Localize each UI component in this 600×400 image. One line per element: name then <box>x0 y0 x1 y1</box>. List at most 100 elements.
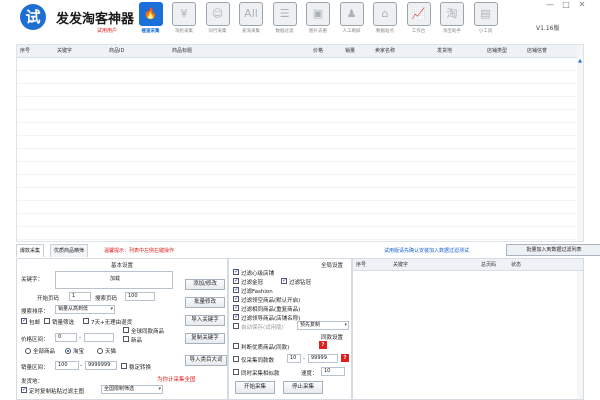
table-row[interactable] <box>17 123 583 136</box>
table-row[interactable] <box>17 97 583 110</box>
column-header-index[interactable]: 序号 <box>20 45 30 58</box>
location-select[interactable]: 全国限制筛选 <box>101 385 163 394</box>
grid-scrollbar[interactable] <box>577 45 583 241</box>
table-row[interactable] <box>17 188 583 201</box>
column-header-shop-rating[interactable]: 店铺信誉 <box>527 45 547 58</box>
range-dash: - <box>303 356 305 362</box>
toolbar-button-0[interactable]: 🔥 極速采集 <box>134 0 167 38</box>
minimize-icon[interactable]: — <box>542 0 558 9</box>
filter-brand-checkbox[interactable] <box>281 277 287 284</box>
filter-mobile-checkbox[interactable] <box>233 268 239 275</box>
price-max-input[interactable] <box>84 333 114 342</box>
sync-collect-checkbox[interactable] <box>233 369 239 375</box>
column-header-price[interactable]: 价格 <box>313 45 323 58</box>
toolbar-button-5[interactable]: ▣ 图片去重 <box>302 0 335 38</box>
column-header-shop-type[interactable]: 店铺类型 <box>487 45 507 58</box>
close-icon[interactable]: ✕ <box>574 0 590 9</box>
sort-select[interactable]: 销量从高到低 <box>55 305 115 314</box>
table-row[interactable] <box>17 58 583 71</box>
column-header-ship-from[interactable]: 发货地 <box>437 45 452 58</box>
filter-goldshop-checkbox[interactable] <box>233 277 239 284</box>
copy-keyword-button[interactable]: 复制关键字 <box>185 333 225 344</box>
new-product-checkbox[interactable] <box>123 336 129 342</box>
taobao-radio[interactable] <box>65 348 71 354</box>
toolbar-button-9[interactable]: 淘淘宝助手 <box>436 0 469 38</box>
column-header-product-id[interactable]: 商品ID <box>109 45 124 58</box>
app-header: 试 发发淘客神器 试用用户 🔥 極速采集 ¥ 淘抢采集 ☺ 同行采集 All 爱淘采集 ☰ 数据过… <box>0 0 600 44</box>
search-pages-input[interactable]: 100 <box>125 292 155 301</box>
batch-add-filter-button[interactable]: 批量加入到数据过滤列表 <box>506 244 600 256</box>
stop-collect-button[interactable]: 停止采集 <box>283 381 323 394</box>
table-row[interactable] <box>17 227 583 240</box>
kg-column-index[interactable]: 序号 <box>356 259 366 271</box>
table-row[interactable] <box>17 84 583 97</box>
maximize-icon[interactable]: □ <box>558 0 574 9</box>
column-header-keyword[interactable]: 关键字 <box>57 45 72 58</box>
scroll-up-icon[interactable]: ▲ <box>577 58 583 64</box>
import-keyword-button[interactable]: 导入关键字 <box>185 315 225 326</box>
fiddler-notice-link[interactable]: 试用版请先确认安装加入数据过滤测试 <box>384 247 469 254</box>
global-settings-title: 全局设置 <box>321 263 344 269</box>
judge-quality-checkbox[interactable] <box>233 343 239 349</box>
keyword-grid-scrollbar[interactable] <box>577 271 583 399</box>
flame-icon: 🔥 <box>138 2 163 26</box>
toolbar-label: 小工具 <box>478 29 493 34</box>
sales-min-input[interactable]: 100 <box>55 361 79 370</box>
toolbar-button-1[interactable]: ¥ 淘抢采集 <box>168 0 201 38</box>
start-page-input[interactable]: 1 <box>69 292 91 301</box>
batch-edit-button[interactable]: 批量修改 <box>185 297 225 308</box>
filter-lingkong-checkbox[interactable] <box>233 295 239 302</box>
keyword-input[interactable]: 加载 <box>55 271 173 289</box>
toolbar-button-6[interactable]: ♟ 人工刷屏 <box>335 0 368 38</box>
keyword-progress-grid[interactable]: 序号 关键字 总页码 状态 <box>352 258 584 400</box>
price-min-input[interactable]: 0 <box>55 333 77 342</box>
kg-column-total-pages[interactable]: 总页码 <box>481 259 496 271</box>
auto-mode-select[interactable]: 预先复制 <box>297 321 349 330</box>
product-result-grid[interactable]: 序号 关键字 商品ID 商品标题 价格 销量 卖家名称 发货地 店铺类型 店铺信… <box>16 44 584 242</box>
kg-column-status[interactable]: 状态 <box>511 259 521 271</box>
toolbar-button-7[interactable]: ⌂ 数据站点 <box>369 0 402 38</box>
toolbar-button-10[interactable]: ▤ 小工具 <box>469 0 502 38</box>
range-min-input[interactable]: 10 <box>287 354 301 363</box>
all-products-radio[interactable] <box>25 348 31 354</box>
auto-save-checkbox[interactable] <box>233 323 239 329</box>
column-header-sales[interactable]: 销量 <box>345 45 355 58</box>
table-row[interactable] <box>17 201 583 214</box>
filter-fashion-checkbox[interactable] <box>233 286 239 293</box>
table-row[interactable] <box>17 71 583 84</box>
filter-shopname-checkbox[interactable] <box>233 313 239 320</box>
seven-day-label: 7天+无理由退货 <box>91 320 133 326</box>
start-page-label: 开始页码 <box>37 296 60 302</box>
table-row[interactable] <box>17 136 583 149</box>
tmall-radio[interactable] <box>97 348 103 354</box>
table-row[interactable] <box>17 110 583 123</box>
tab-strip: 爆款采集 优质商品精筛 温馨提示：列表中左侧右键操作 试用版请先确认安装加入数据… <box>16 244 600 258</box>
postage-checkbox[interactable] <box>21 317 27 324</box>
paste-filter-checkbox[interactable] <box>21 386 27 393</box>
toolbar-button-2[interactable]: ☺ 同行采集 <box>201 0 234 38</box>
global-same-checkbox[interactable] <box>123 327 129 333</box>
filter-duplicate-checkbox[interactable] <box>233 304 239 311</box>
start-collect-button[interactable]: 开始采集 <box>235 381 275 394</box>
kg-column-keyword[interactable]: 关键字 <box>393 259 408 271</box>
column-header-product-title[interactable]: 商品标题 <box>172 45 192 58</box>
tab-quality-screen[interactable]: 优质商品精筛 <box>50 244 89 257</box>
table-row[interactable] <box>17 149 583 162</box>
toolbar-button-8[interactable]: 📈 工作台 <box>402 0 435 38</box>
stable-convert-checkbox[interactable] <box>121 363 127 369</box>
speed-input[interactable]: 10 <box>321 367 345 376</box>
sales-max-input[interactable]: 9999999 <box>85 361 117 370</box>
table-row[interactable] <box>17 175 583 188</box>
tab-hot-collect[interactable]: 爆款采集 <box>16 244 45 257</box>
table-row[interactable] <box>17 162 583 175</box>
toolbar-button-3[interactable]: All 爱淘采集 <box>235 0 268 38</box>
add-edit-button[interactable]: 添加/修改 <box>185 279 225 290</box>
seven-day-checkbox[interactable] <box>83 318 89 324</box>
column-header-seller[interactable]: 卖家名称 <box>375 45 395 58</box>
table-row[interactable] <box>17 214 583 227</box>
range-max-input[interactable]: 99999 <box>308 354 338 363</box>
import-category-button[interactable]: 导入类目大词 <box>185 355 227 366</box>
toolbar-button-4[interactable]: ☰ 数据过滤 <box>268 0 301 38</box>
sales-filter-checkbox[interactable] <box>44 318 50 324</box>
range-collect-checkbox[interactable] <box>233 356 239 362</box>
